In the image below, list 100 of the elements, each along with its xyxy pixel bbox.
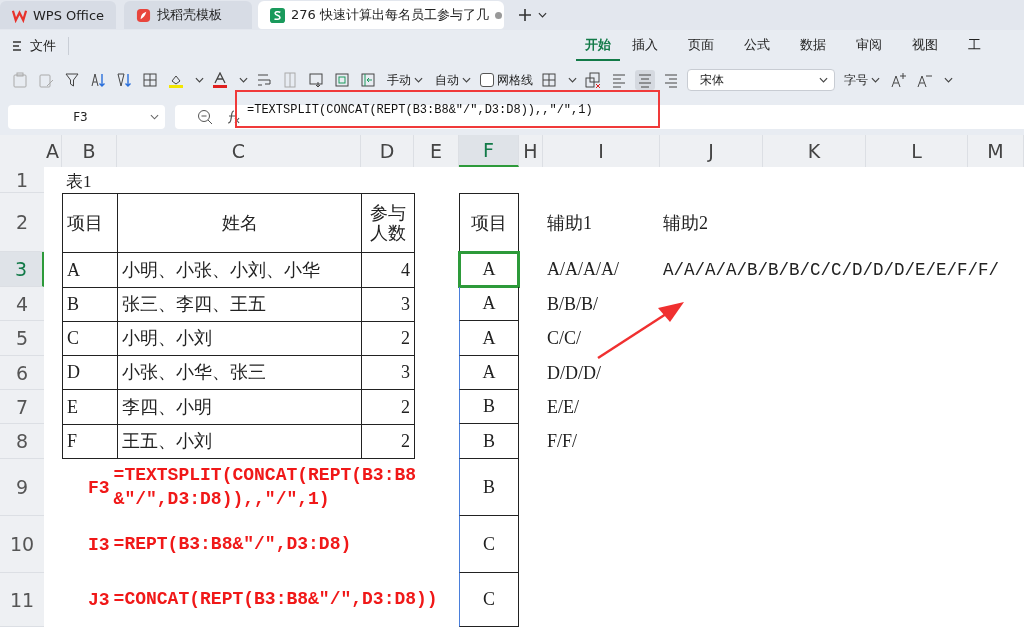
result-cell[interactable]: C: [459, 516, 519, 573]
column-header[interactable]: I: [543, 135, 660, 167]
helper-cell-text: D/D/D/: [546, 361, 602, 385]
table-cell: 2: [361, 389, 415, 425]
row-header[interactable]: 7: [0, 390, 44, 424]
tab-label: WPS Office: [33, 7, 105, 23]
row-header[interactable]: 5: [0, 321, 44, 356]
helper-cell-text: E/E/: [546, 395, 580, 419]
table-cell: 李四、小明: [117, 389, 362, 425]
ribbon-tab[interactable]: 公式: [744, 31, 800, 61]
row-header[interactable]: 10: [0, 516, 44, 573]
row-header[interactable]: 6: [0, 356, 44, 390]
note-formula: =TEXTSPLIT(CONCAT(REPT(B3:B8&″/″,D3:D8)),,″/″,1): [113, 464, 418, 511]
font-size-dropdown[interactable]: 字号: [841, 69, 883, 91]
result-cell[interactable]: C: [459, 573, 519, 627]
caret-icon[interactable]: [239, 77, 248, 83]
ribbon-tab[interactable]: 页面: [688, 31, 744, 61]
clipboard-icon[interactable]: [10, 70, 30, 90]
caret-icon: [871, 77, 880, 83]
row-header[interactable]: 2: [0, 193, 44, 252]
row-header[interactable]: 4: [0, 287, 44, 321]
helper-cell-text: F/F/: [546, 430, 579, 453]
table-header-cell: 项目: [459, 193, 519, 253]
document-tab[interactable]: WPS Office: [0, 1, 116, 29]
document-tab[interactable]: 276 快速计算出每名员工参与了几: [258, 1, 504, 29]
caret-icon[interactable]: [195, 77, 204, 83]
table-cell: 张三、李四、王五: [117, 287, 362, 322]
document-tab[interactable]: 找稻壳模板: [124, 1, 252, 29]
caret-icon[interactable]: [538, 12, 547, 18]
file-menu[interactable]: 文件: [30, 37, 56, 55]
result-cell[interactable]: B: [459, 390, 519, 424]
note-cell-ref: F3: [88, 477, 110, 498]
filter-icon[interactable]: [62, 70, 82, 90]
menu-icon[interactable]: [12, 40, 22, 52]
column-header[interactable]: C: [117, 135, 361, 167]
column-header[interactable]: K: [763, 135, 866, 167]
spreadsheet-icon: [270, 7, 285, 23]
row-header[interactable]: 1: [0, 167, 44, 193]
ribbon-tab[interactable]: 开始: [576, 31, 620, 61]
table-cell: 小明、小刘: [117, 321, 362, 356]
caret-icon[interactable]: [944, 77, 953, 83]
helper-cell-text: B/B/B/: [546, 292, 600, 316]
caret-icon: [819, 77, 828, 83]
table-cell: D: [62, 355, 118, 390]
column-header[interactable]: B: [62, 135, 117, 167]
font-dropdown[interactable]: 宋体: [687, 69, 835, 91]
border-icon[interactable]: [539, 70, 559, 90]
note-formula: =CONCAT(REPT(B3:B8&″/″,D3:D8)): [113, 588, 439, 612]
table-cell: 4: [361, 252, 415, 288]
clear-format-icon[interactable]: [583, 70, 603, 90]
table-cell: 3: [361, 355, 415, 390]
column-width-dropdown[interactable]: 自动: [432, 69, 474, 91]
column-header[interactable]: E: [414, 135, 459, 167]
column-header[interactable]: L: [866, 135, 968, 167]
new-tab-icon[interactable]: [518, 8, 532, 22]
result-cell[interactable]: A: [459, 287, 519, 321]
table-cell: A: [62, 252, 118, 288]
logo-icon: [136, 7, 151, 23]
column-header[interactable]: H: [519, 135, 543, 167]
row-header[interactable]: 11: [0, 573, 44, 627]
result-cell[interactable]: B: [459, 424, 519, 459]
helper-header: 辅助2: [662, 211, 709, 235]
result-cell[interactable]: A: [459, 252, 519, 287]
table-cell: 小张、小华、张三: [117, 355, 362, 390]
table-cell: 2: [361, 424, 415, 459]
note-cell-ref: I3: [88, 534, 110, 555]
gridlines-checkbox[interactable]: [480, 73, 494, 87]
ribbon-tab[interactable]: 插入: [632, 31, 688, 61]
row-header[interactable]: 3: [0, 252, 44, 287]
ribbon-tab[interactable]: 审阅: [856, 31, 912, 61]
increase-font-size-icon[interactable]: [889, 70, 909, 90]
align-center-icon[interactable]: [635, 70, 655, 90]
caret-icon: [150, 113, 159, 120]
caret-icon[interactable]: [568, 77, 577, 83]
column-header[interactable]: F: [459, 135, 519, 167]
font-color-icon[interactable]: [210, 70, 230, 90]
result-cell[interactable]: A: [459, 321, 519, 356]
column-header[interactable]: D: [361, 135, 414, 167]
tab-label: 找稻壳模板: [157, 6, 222, 24]
result-cell[interactable]: B: [459, 459, 519, 516]
table-cell: 2: [361, 321, 415, 356]
name-box[interactable]: F3: [8, 104, 165, 129]
table-header-cell: 参与人数: [361, 193, 415, 253]
result-cell[interactable]: A: [459, 356, 519, 390]
caret-icon: [414, 77, 423, 83]
table-header-cell: 姓名: [117, 193, 362, 253]
column-header[interactable]: A: [44, 135, 62, 167]
caret-icon: [462, 77, 471, 83]
row-header[interactable]: 8: [0, 424, 44, 459]
ribbon-tab[interactable]: 视图: [912, 31, 968, 61]
row-height-dropdown[interactable]: 手动: [384, 69, 426, 91]
border-icon[interactable]: [140, 70, 160, 90]
ribbon-tab[interactable]: 工: [968, 31, 1024, 61]
table-cell: E: [62, 389, 118, 425]
column-header[interactable]: M: [968, 135, 1024, 167]
row-header[interactable]: 9: [0, 459, 44, 516]
helper-header: 辅助1: [546, 211, 593, 235]
ribbon-tab[interactable]: 数据: [800, 31, 856, 61]
note-cell-ref: J3: [88, 590, 110, 610]
column-header[interactable]: J: [660, 135, 763, 167]
